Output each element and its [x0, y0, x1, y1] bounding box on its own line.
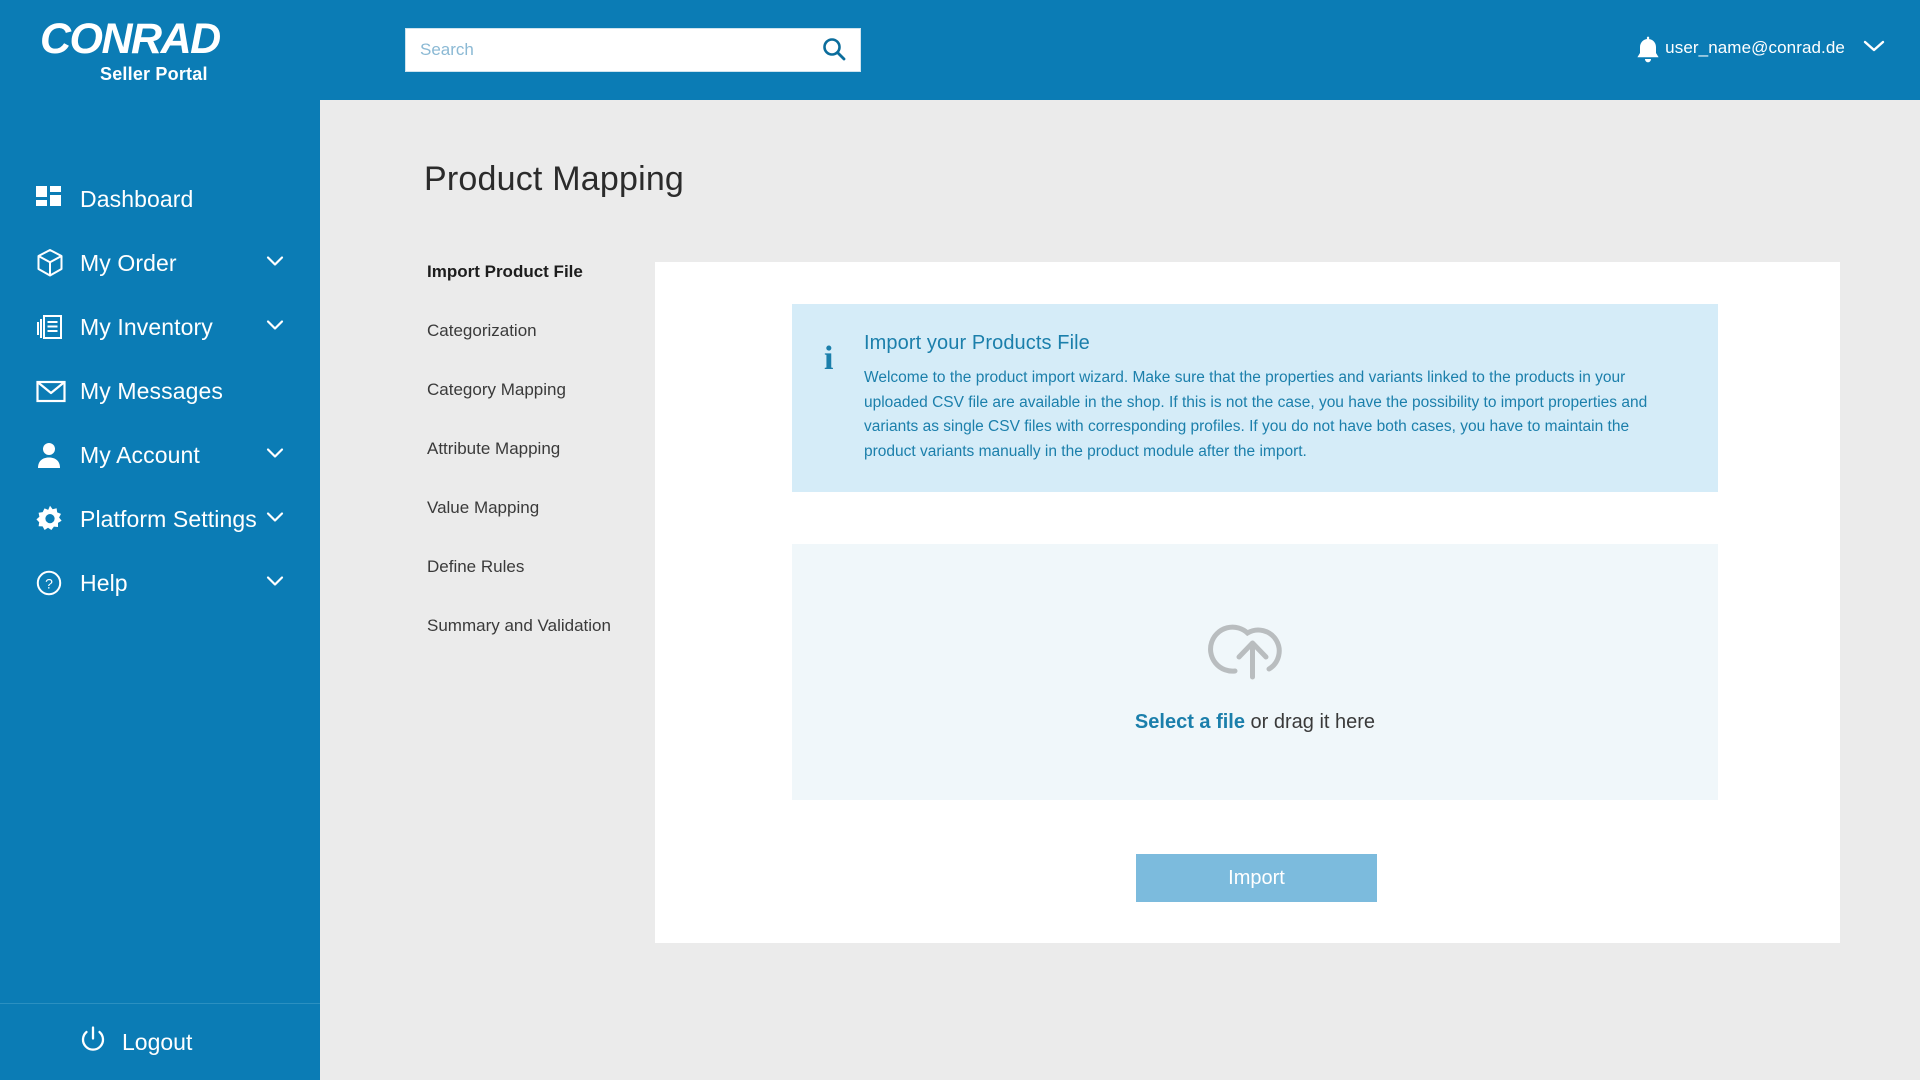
app-root: CONRAD Seller Portal Search user_name@co… [0, 0, 1920, 1080]
wizard-step-value-mapping[interactable]: Value Mapping [427, 498, 657, 518]
info-banner-title: Import your Products File [864, 332, 1090, 354]
inventory-icon [36, 312, 70, 342]
sidebar: Dashboard My Order My Inventory My Messa… [0, 100, 320, 1080]
sidebar-item-label: Help [80, 569, 128, 596]
envelope-icon [36, 376, 70, 406]
svg-text:?: ? [45, 575, 53, 591]
chevron-down-icon [1863, 39, 1885, 58]
import-card: i Import your Products File Welcome to t… [655, 262, 1840, 943]
chevron-down-icon[interactable] [266, 510, 284, 528]
sidebar-item-label: My Order [80, 249, 177, 276]
wizard-step-import-product-file[interactable]: Import Product File [427, 262, 657, 282]
sidebar-item-label: My Account [80, 441, 200, 468]
sidebar-item-my-order[interactable]: My Order [0, 242, 320, 284]
logo[interactable]: CONRAD Seller Portal [40, 16, 320, 92]
dropzone-rest-text: or drag it here [1244, 710, 1376, 733]
info-banner: i Import your Products File Welcome to t… [792, 304, 1718, 492]
logout-button[interactable]: Logout [0, 1003, 320, 1080]
gear-icon [36, 504, 70, 534]
chevron-down-icon[interactable] [266, 574, 284, 592]
top-header: CONRAD Seller Portal Search user_name@co… [0, 0, 1920, 100]
cloud-upload-icon [1205, 611, 1305, 689]
sidebar-item-label: My Messages [80, 377, 223, 404]
chevron-down-icon[interactable] [266, 318, 284, 336]
search-input[interactable] [406, 29, 808, 71]
package-icon [36, 248, 70, 278]
wizard-step-list: Import Product File Categorization Categ… [427, 262, 657, 675]
select-file-link[interactable]: Select a file [1135, 711, 1245, 733]
sidebar-item-help[interactable]: ? Help [0, 562, 320, 604]
logo-subtitle: Seller Portal [100, 64, 208, 84]
sidebar-item-label: Dashboard [80, 185, 194, 212]
user-email-label: user_name@conrad.de [1665, 38, 1845, 57]
info-banner-body: Welcome to the product import wizard. Ma… [864, 369, 1648, 460]
dashboard-icon [36, 184, 70, 214]
sidebar-item-my-messages[interactable]: My Messages [0, 370, 320, 412]
sidebar-item-my-account[interactable]: My Account [0, 434, 320, 476]
sidebar-item-my-inventory[interactable]: My Inventory [0, 306, 320, 348]
help-circle-icon: ? [36, 568, 70, 598]
sidebar-item-label: Platform Settings [80, 505, 257, 532]
chevron-down-icon[interactable] [266, 446, 284, 464]
import-button[interactable]: Import [1136, 854, 1377, 902]
wizard-step-define-rules[interactable]: Define Rules [427, 557, 657, 577]
page-title: Product Mapping [424, 160, 685, 198]
user-menu[interactable]: user_name@conrad.de [1665, 38, 1885, 58]
user-icon [36, 440, 70, 470]
wizard-step-attribute-mapping[interactable]: Attribute Mapping [427, 439, 657, 459]
sidebar-item-dashboard[interactable]: Dashboard [0, 178, 320, 220]
chevron-down-icon[interactable] [266, 254, 284, 272]
search-icon [821, 36, 847, 65]
logout-label: Logout [122, 1028, 193, 1055]
sidebar-item-platform-settings[interactable]: Platform Settings [0, 498, 320, 540]
bell-icon [1634, 36, 1662, 70]
main-content: Product Mapping Import Product File Cate… [320, 100, 1920, 1080]
wizard-step-summary-and-validation[interactable]: Summary and Validation [427, 616, 657, 636]
info-icon: i [824, 340, 834, 377]
wizard-step-category-mapping[interactable]: Category Mapping [427, 380, 657, 400]
sidebar-item-label: My Inventory [80, 313, 213, 340]
search-bar[interactable] [405, 28, 861, 72]
file-dropzone[interactable]: Select a file or drag it here [792, 544, 1718, 800]
logo-wordmark: CONRAD [40, 15, 221, 63]
dropzone-text: Select a file or drag it here [1135, 711, 1375, 734]
sidebar-nav: Dashboard My Order My Inventory My Messa… [0, 100, 320, 604]
search-button[interactable] [808, 29, 860, 71]
notifications-button[interactable] [1634, 36, 1662, 66]
wizard-step-categorization[interactable]: Categorization [427, 321, 657, 341]
power-icon [78, 1025, 108, 1060]
